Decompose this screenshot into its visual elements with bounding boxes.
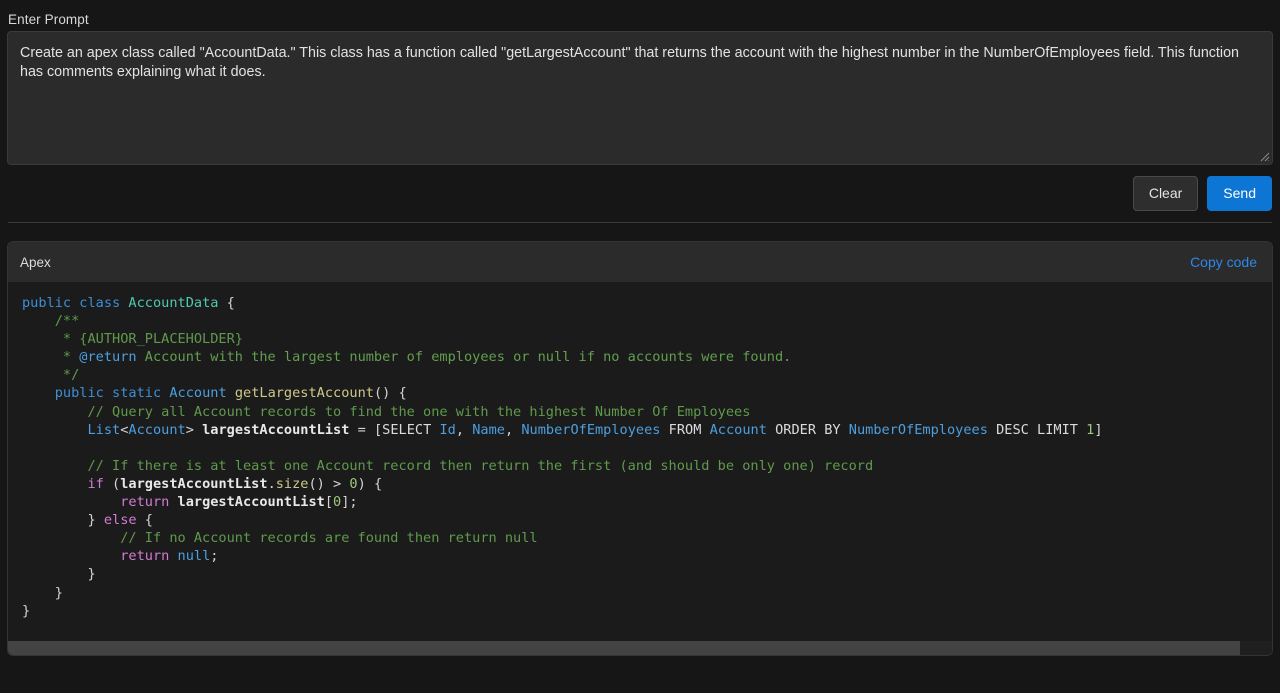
code-scrollbar-thumb[interactable] bbox=[8, 641, 1241, 655]
prompt-input-value[interactable]: Create an apex class called "AccountData… bbox=[20, 44, 1260, 81]
prompt-input[interactable]: Create an apex class called "AccountData… bbox=[7, 31, 1273, 165]
section-divider bbox=[8, 222, 1272, 223]
code-line: } bbox=[22, 602, 31, 619]
code-line: } bbox=[54, 584, 63, 601]
code-line: } else { bbox=[87, 512, 153, 529]
code-line: * @return Account with the largest numbe… bbox=[62, 349, 792, 366]
code-line: */ bbox=[62, 367, 80, 384]
copy-code-button[interactable]: Copy code bbox=[1190, 254, 1257, 270]
resize-grip-icon[interactable] bbox=[1257, 149, 1270, 162]
code-line: } bbox=[87, 566, 96, 583]
code-line: /** bbox=[54, 313, 80, 330]
code-body[interactable]: public class AccountData { /** * {AUTHOR… bbox=[8, 282, 1272, 655]
code-language-label: Apex bbox=[20, 254, 51, 270]
code-line: List<Account> largestAccountList = [SELE… bbox=[87, 421, 1103, 438]
app-root: Enter Prompt Create an apex class called… bbox=[0, 0, 1280, 693]
code-line: // If there is at least one Account reco… bbox=[87, 457, 874, 474]
code-line: // If no Account records are found then … bbox=[120, 530, 538, 547]
prompt-actions: Clear Send bbox=[1132, 176, 1272, 211]
code-line: * {AUTHOR_PLACEHOLDER} bbox=[62, 331, 243, 348]
code-header: Apex Copy code bbox=[8, 242, 1272, 282]
prompt-label: Enter Prompt bbox=[8, 12, 89, 27]
code-result-card: Apex Copy code public class AccountData … bbox=[7, 241, 1273, 656]
clear-button[interactable]: Clear bbox=[1132, 176, 1199, 211]
code-content[interactable]: public class AccountData { /** * {AUTHOR… bbox=[8, 282, 1272, 628]
code-line: // Query all Account records to find the… bbox=[87, 403, 751, 420]
code-line: return null; bbox=[120, 548, 219, 565]
code-horizontal-scrollbar[interactable] bbox=[8, 641, 1272, 655]
code-line: if (largestAccountList.size() > 0) { bbox=[87, 475, 383, 492]
code-line: return largestAccountList[0]; bbox=[120, 494, 358, 511]
code-line: public class AccountData { bbox=[22, 295, 235, 311]
send-button[interactable]: Send bbox=[1207, 176, 1272, 211]
code-line: public static Account getLargestAccount(… bbox=[54, 385, 407, 402]
